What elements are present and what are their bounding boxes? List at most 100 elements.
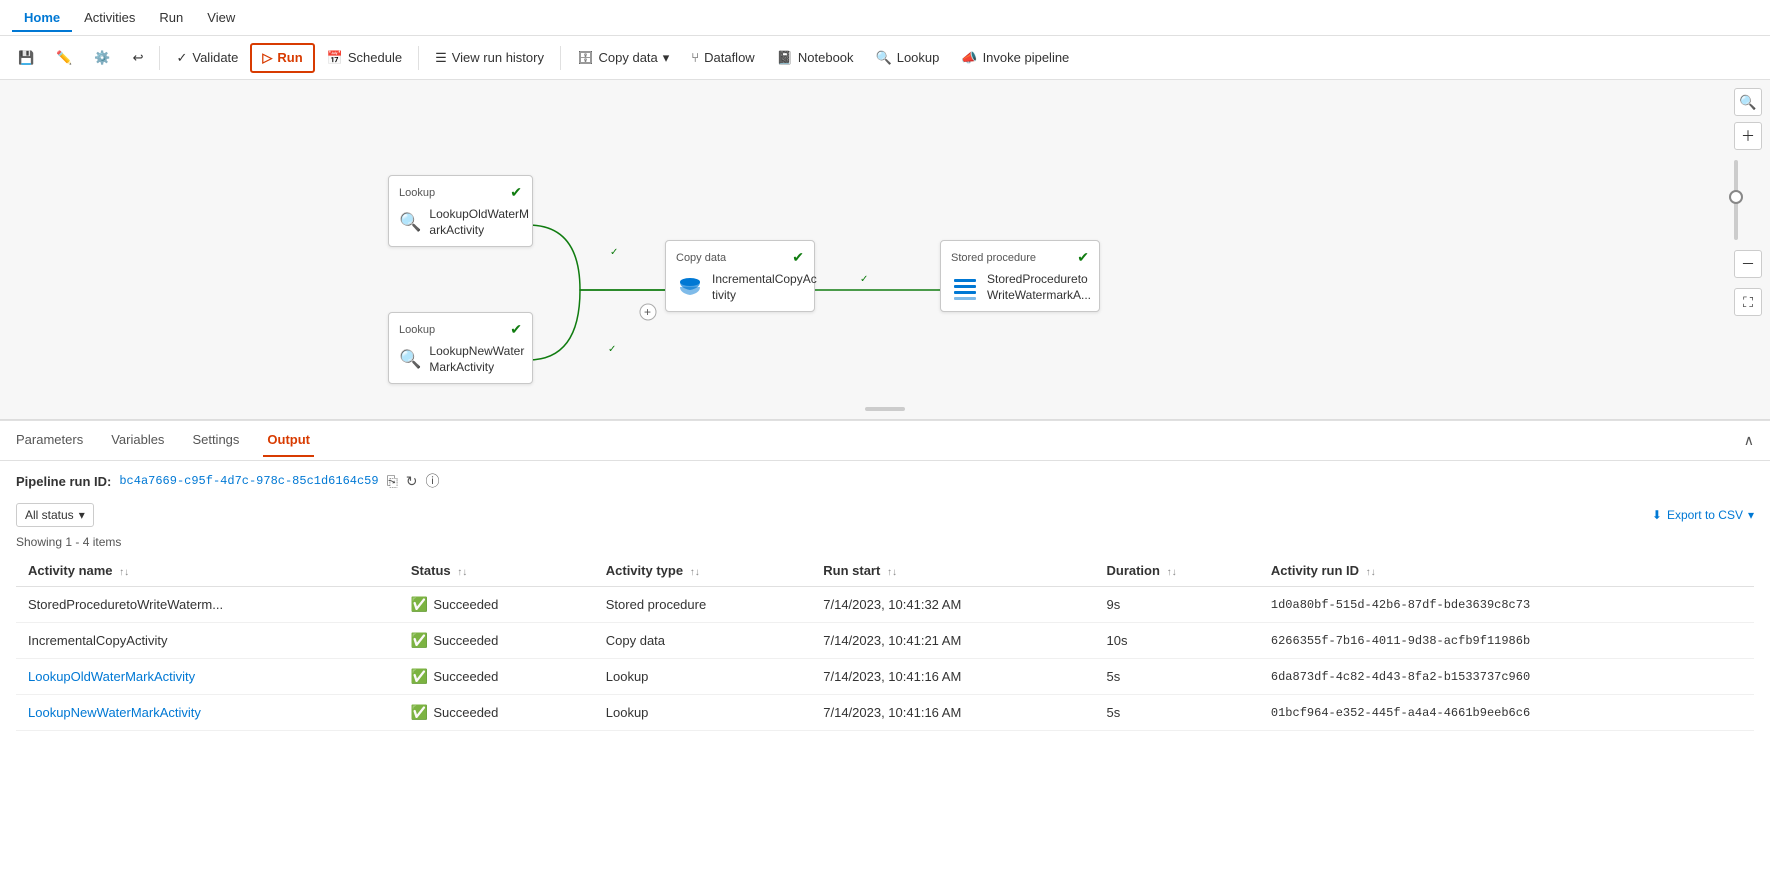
- dataflow-icon: ⑂: [691, 50, 699, 65]
- settings-button[interactable]: ⚙️: [84, 45, 120, 71]
- edit-button[interactable]: ✏️: [46, 45, 82, 71]
- edit-icon: ✏️: [56, 50, 72, 66]
- output-panel-content: Pipeline run ID: bc4a7669-c95f-4d7c-978c…: [0, 461, 1770, 887]
- schedule-label: Schedule: [348, 50, 402, 65]
- canvas-controls: 🔍 ＋ － ⛶: [1734, 88, 1762, 316]
- copy-data-button[interactable]: 🗄 Copy data ▾: [567, 45, 679, 71]
- cell-duration-1: 10s: [1094, 623, 1258, 659]
- nav-home[interactable]: Home: [12, 4, 72, 31]
- tab-variables[interactable]: Variables: [107, 424, 168, 457]
- cell-run-start-2: 7/14/2023, 10:41:16 AM: [811, 659, 1094, 695]
- status-badge-0: ✅ Succeeded: [411, 596, 582, 613]
- status-filter-dropdown[interactable]: All status ▾: [16, 503, 94, 527]
- tab-settings[interactable]: Settings: [188, 424, 243, 457]
- export-icon: ⬇: [1652, 508, 1662, 522]
- cell-activity-type-2: Lookup: [594, 659, 812, 695]
- col-duration: Duration ↑↓: [1094, 555, 1258, 587]
- activity-name-link-3[interactable]: LookupNewWaterMarkActivity: [28, 705, 201, 720]
- sort-activity-run-id-icon[interactable]: ↑↓: [1366, 567, 1376, 578]
- nav-activities[interactable]: Activities: [72, 4, 147, 31]
- storedproc-success-icon: ✔: [1077, 249, 1089, 266]
- cell-duration-0: 9s: [1094, 587, 1258, 623]
- lookup-new-watermark-node[interactable]: Lookup ✔ 🔍 LookupNewWaterMarkActivity: [388, 312, 533, 384]
- lookup2-success-icon: ✔: [510, 321, 522, 338]
- lookup-label: Lookup: [897, 50, 940, 65]
- cell-activity-name-2[interactable]: LookupOldWaterMarkActivity: [16, 659, 399, 695]
- cell-activity-type-0: Stored procedure: [594, 587, 812, 623]
- invoke-pipeline-button[interactable]: 📣 Invoke pipeline: [951, 45, 1079, 71]
- table-header: Activity name ↑↓ Status ↑↓ Activity type…: [16, 555, 1754, 587]
- activity-name-link-2[interactable]: LookupOldWaterMarkActivity: [28, 669, 195, 684]
- cell-activity-name-1: IncrementalCopyActivity: [16, 623, 399, 659]
- lookup-button[interactable]: 🔍 Lookup: [866, 45, 950, 71]
- sort-duration-icon[interactable]: ↑↓: [1167, 567, 1177, 578]
- export-chevron-icon: ▾: [1748, 508, 1754, 522]
- sort-activity-type-icon[interactable]: ↑↓: [690, 567, 700, 578]
- export-label: Export to CSV: [1667, 508, 1743, 522]
- view-run-history-label: View run history: [452, 50, 544, 65]
- dataflow-button[interactable]: ⑂ Dataflow: [681, 45, 764, 70]
- zoom-thumb[interactable]: [1729, 190, 1743, 204]
- svg-text:+: +: [644, 305, 651, 319]
- nav-view[interactable]: View: [195, 4, 247, 31]
- zoom-track: [1734, 160, 1738, 240]
- status-text-3: Succeeded: [433, 705, 498, 720]
- col-activity-name: Activity name ↑↓: [16, 555, 399, 587]
- notebook-button[interactable]: 📓 Notebook: [767, 45, 864, 71]
- copy-data-node[interactable]: Copy data ✔ IncrementalCopyActivity: [665, 240, 815, 312]
- search-canvas-button[interactable]: 🔍: [1734, 88, 1762, 116]
- schedule-button[interactable]: 📅 Schedule: [317, 45, 412, 71]
- undo-icon: ↩: [133, 50, 144, 66]
- sort-status-icon[interactable]: ↑↓: [457, 567, 467, 578]
- zoom-in-button[interactable]: ＋: [1734, 122, 1762, 150]
- collapse-panel-button[interactable]: ∧: [1740, 428, 1758, 453]
- status-badge-2: ✅ Succeeded: [411, 668, 582, 685]
- view-run-history-button[interactable]: ☰ View run history: [425, 45, 554, 71]
- node-header-copydata: Copy data ✔: [676, 249, 804, 266]
- invoke-pipeline-icon: 📣: [961, 50, 977, 66]
- status-text-1: Succeeded: [433, 633, 498, 648]
- copy-id-icon[interactable]: ⎘: [387, 473, 398, 490]
- sort-run-start-icon[interactable]: ↑↓: [887, 567, 897, 578]
- stored-procedure-node[interactable]: Stored procedure ✔ StoredProceduretoWrit…: [940, 240, 1100, 312]
- save-button[interactable]: 💾: [8, 45, 44, 71]
- nav-run[interactable]: Run: [147, 4, 195, 31]
- separator-1: [159, 46, 160, 70]
- top-nav: Home Activities Run View: [0, 0, 1770, 36]
- lookup2-title: LookupNewWaterMarkActivity: [429, 344, 524, 375]
- node-header-storedproc: Stored procedure ✔: [951, 249, 1089, 266]
- status-text-2: Succeeded: [433, 669, 498, 684]
- lookup1-success-icon: ✔: [510, 184, 522, 201]
- tab-output[interactable]: Output: [263, 424, 314, 457]
- lookup-old-watermark-node[interactable]: Lookup ✔ 🔍 LookupOldWaterMarkActivity: [388, 175, 533, 247]
- col-activity-type: Activity type ↑↓: [594, 555, 812, 587]
- success-icon-3: ✅: [411, 704, 428, 721]
- pipeline-run-id-value: bc4a7669-c95f-4d7c-978c-85c1d6164c59: [119, 474, 378, 488]
- validate-button[interactable]: ✓ Validate: [166, 45, 248, 71]
- cell-activity-name-3[interactable]: LookupNewWaterMarkActivity: [16, 695, 399, 731]
- showing-count: Showing 1 - 4 items: [16, 535, 1754, 549]
- fit-to-screen-button[interactable]: ⛶: [1734, 288, 1762, 316]
- export-csv-button[interactable]: ⬇ Export to CSV ▾: [1652, 508, 1754, 522]
- status-badge-1: ✅ Succeeded: [411, 632, 582, 649]
- tab-parameters[interactable]: Parameters: [12, 424, 87, 457]
- lookup2-icon: 🔍: [399, 345, 421, 375]
- svg-text:✓: ✓: [860, 274, 868, 285]
- run-button[interactable]: ▷ Run: [250, 43, 314, 73]
- refresh-icon[interactable]: ↻: [406, 473, 418, 490]
- bottom-panel: Parameters Variables Settings Output ∧ P…: [0, 420, 1770, 887]
- table-row: LookupOldWaterMarkActivity ✅ Succeeded L…: [16, 659, 1754, 695]
- run-label: Run: [277, 50, 302, 65]
- sort-activity-name-icon[interactable]: ↑↓: [119, 567, 129, 578]
- info-icon[interactable]: ⓘ: [426, 471, 440, 491]
- undo-button[interactable]: ↩: [123, 45, 154, 71]
- table-row: StoredProceduretoWriteWaterm... ✅ Succee…: [16, 587, 1754, 623]
- node-body-copydata: IncrementalCopyActivity: [676, 272, 804, 303]
- table-body: StoredProceduretoWriteWaterm... ✅ Succee…: [16, 587, 1754, 731]
- success-icon-2: ✅: [411, 668, 428, 685]
- node-body-storedproc: StoredProceduretoWriteWatermarkA...: [951, 272, 1089, 303]
- node-body-lookup1: 🔍 LookupOldWaterMarkActivity: [399, 207, 522, 238]
- zoom-out-button[interactable]: －: [1734, 250, 1762, 278]
- cell-activity-name-0: StoredProceduretoWriteWaterm...: [16, 587, 399, 623]
- svg-text:✓: ✓: [608, 344, 616, 355]
